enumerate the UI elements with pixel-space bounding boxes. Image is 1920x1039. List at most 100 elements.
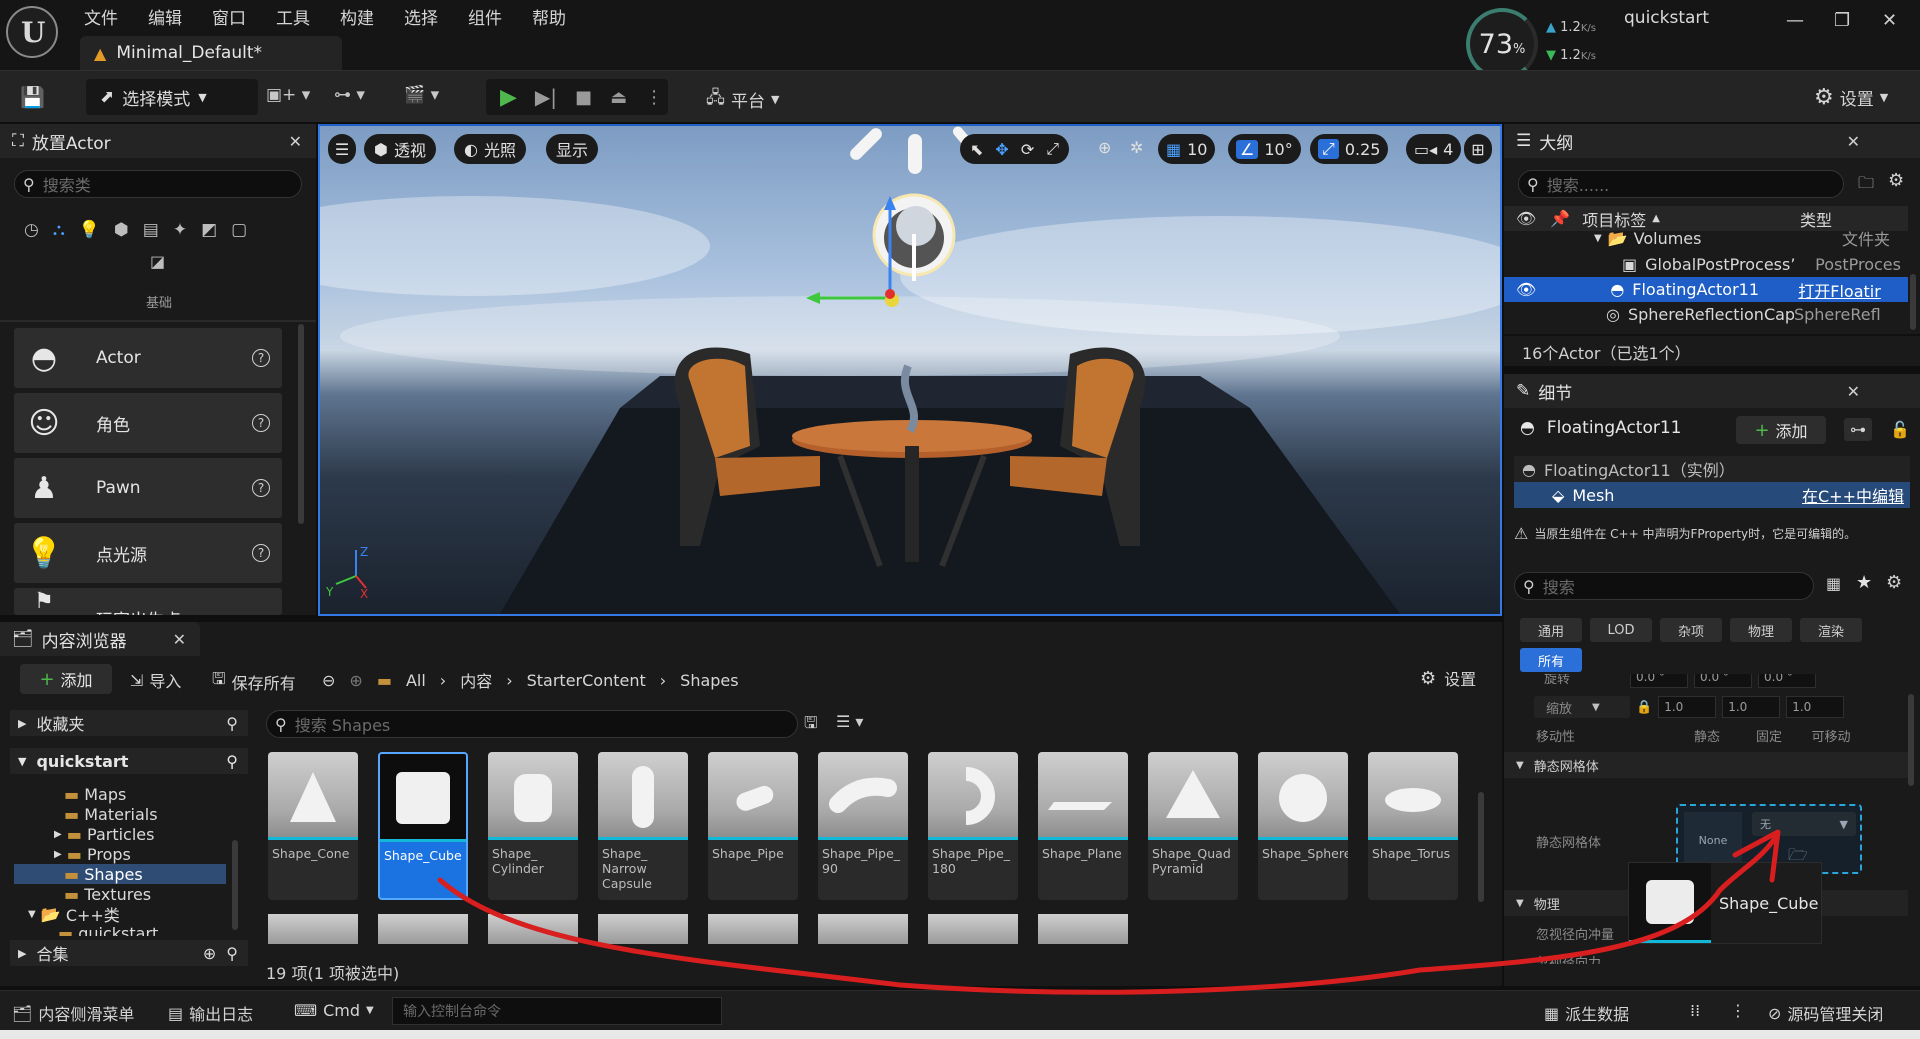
pin-icon[interactable]: 📌 — [1550, 209, 1570, 228]
save-search-icon[interactable]: 🖫 — [804, 712, 818, 739]
cmd-selector[interactable]: ⌨ Cmd ▼ — [294, 1001, 374, 1020]
add-content-button[interactable]: + 添加 — [20, 664, 112, 694]
outliner-row-global-post-process[interactable]: ▣ GlobalPostProcess’ PostProces — [1504, 252, 1908, 277]
actor-item-pawn[interactable]: ♟ Pawn ? — [14, 458, 282, 518]
gear-icon[interactable]: ⚙ — [1888, 170, 1904, 191]
all-classes-icon[interactable]: ▢ — [231, 220, 247, 240]
rotation-z-field[interactable]: 0.0 ° — [1758, 674, 1816, 688]
forward-icon[interactable]: ⊕ — [349, 671, 362, 690]
edit-in-cpp-link[interactable]: 在C++中编辑 — [1802, 483, 1904, 507]
add-component-button[interactable]: + 添加 — [1736, 416, 1826, 444]
import-button[interactable]: ⇲ 导入 — [130, 668, 181, 692]
scale-icon[interactable]: ⤢ — [1046, 139, 1059, 159]
scrollbar[interactable] — [298, 324, 304, 524]
menu-edit[interactable]: 编辑 — [148, 4, 182, 29]
source-control-button[interactable]: ⊘ 源码管理关闭 — [1768, 1001, 1883, 1025]
mobility-stationary[interactable]: 固定 — [1738, 726, 1800, 745]
back-icon[interactable]: ⊖ — [322, 671, 335, 690]
scale-x-field[interactable]: 1.0 — [1658, 696, 1717, 718]
asset-tile-partial[interactable] — [928, 914, 1018, 944]
actor-item-character[interactable]: ☺ 角色 ? — [14, 393, 282, 453]
rotate-icon[interactable]: ⟳ — [1021, 140, 1034, 159]
lighting-mode-button[interactable]: ◐ 光照 — [454, 134, 526, 164]
visibility-icon[interactable]: 👁 — [1516, 209, 1536, 228]
scale-dropdown[interactable]: 缩放 ▼ — [1534, 696, 1630, 718]
output-log-button[interactable]: ▤ 输出日志 — [168, 1001, 253, 1025]
asset-tile-selected[interactable]: Shape_Cube — [378, 752, 468, 900]
content-settings-button[interactable]: ⚙ 设置 — [1420, 666, 1476, 690]
blueprint-icon[interactable]: ⊶ ▾ — [334, 85, 365, 105]
show-flags-button[interactable]: 显示 — [546, 134, 599, 164]
rotation-x-field[interactable]: 0.0 ° — [1630, 674, 1688, 688]
select-mode-button[interactable]: ⬈ 选择模式 ▼ — [86, 79, 258, 115]
scale-snap-button[interactable]: ⤢ 0.25 — [1310, 134, 1389, 164]
volumes-icon[interactable]: ◩ — [201, 220, 217, 240]
translate-icon[interactable]: ✥ — [995, 140, 1008, 159]
help-icon[interactable]: ? — [252, 414, 270, 432]
scale-y-field[interactable]: 1.0 — [1722, 696, 1781, 718]
asset-tile-partial[interactable] — [598, 914, 688, 944]
actor-item-actor[interactable]: ◓ Actor ? — [14, 328, 282, 388]
close-icon[interactable]: ✕ — [173, 630, 186, 649]
filter-all[interactable]: 所有 — [1520, 648, 1582, 672]
camera-speed-button[interactable]: ▭◂ 4 — [1406, 134, 1462, 164]
add-actor-icon[interactable]: ▣+ ▾ — [266, 85, 310, 105]
details-search-input[interactable]: ⚲ 搜索 — [1514, 572, 1814, 600]
actor-item-point-light[interactable]: 💡 点光源 ? — [14, 523, 282, 583]
asset-tile-partial[interactable] — [708, 914, 798, 944]
collections-section[interactable]: ▶ 合集 ⊕ ⚲ — [10, 940, 248, 966]
platform-button[interactable]: 🖧 平台 ▼ — [706, 85, 779, 114]
task-icon[interactable]: ⁞⁞ — [1690, 1001, 1700, 1020]
visibility-icon[interactable]: 👁 — [1516, 280, 1536, 299]
rotation-snap-button[interactable]: ∠ 10° — [1228, 134, 1301, 164]
folder-props[interactable]: ▶ ▬ Props — [54, 844, 131, 864]
content-drawer-button[interactable]: 🗂 内容侧滑菜单 — [12, 1001, 134, 1025]
asset-tile-partial[interactable] — [488, 914, 578, 944]
scrollbar[interactable] — [1910, 274, 1916, 330]
breadcrumb-shapes[interactable]: Shapes — [680, 671, 738, 690]
actor-item-player-start[interactable]: ⚑ 玩家出生点 — [14, 588, 282, 615]
settings-button[interactable]: ⚙ 设置 ▼ — [1814, 85, 1888, 110]
menu-select[interactable]: 选择 — [404, 4, 438, 29]
scrollbar[interactable] — [232, 840, 238, 930]
item-label-column[interactable]: 项目标签 — [1582, 207, 1646, 231]
search-icon[interactable]: ⚲ — [226, 752, 238, 771]
viewport-menu-button[interactable]: ☰ — [328, 134, 356, 164]
lights-icon[interactable]: 💡 — [79, 220, 100, 240]
help-icon[interactable]: ? — [252, 544, 270, 562]
close-icon[interactable]: ✕ — [289, 132, 302, 151]
asset-tile-partial[interactable] — [818, 914, 908, 944]
lock-icon[interactable]: 🔒 — [1636, 700, 1652, 715]
mobility-movable[interactable]: 可移动 — [1800, 726, 1862, 745]
component-row-mesh[interactable]: ⬙ Mesh 在C++中编辑 — [1514, 482, 1910, 508]
asset-tile[interactable]: Shape_Pipe_ 180 — [928, 752, 1018, 900]
asset-tile[interactable]: Shape_Torus — [1368, 752, 1458, 900]
play-icon[interactable]: ▶ — [500, 85, 517, 110]
mobility-static[interactable]: 静态 — [1676, 726, 1738, 745]
menu-component[interactable]: 组件 — [468, 4, 502, 29]
filter-lod[interactable]: LOD — [1590, 618, 1652, 642]
more-options-icon[interactable]: ⋮ — [1730, 1001, 1746, 1020]
help-icon[interactable]: ? — [252, 349, 270, 367]
unreal-logo-icon[interactable]: U — [6, 6, 58, 58]
open-floating-actor-link[interactable]: 打开Floatir — [1798, 278, 1881, 302]
filter-rendering[interactable]: 渲染 — [1800, 618, 1862, 642]
help-icon[interactable]: ? — [252, 479, 270, 497]
grid-snap-button[interactable]: ▦ 10 — [1158, 134, 1216, 164]
expand-arrow-icon[interactable]: ▼ — [1594, 233, 1602, 244]
project-section[interactable]: ▼ quickstart ⚲ — [10, 748, 248, 774]
scrollbar[interactable] — [1908, 694, 1914, 786]
search-icon[interactable]: ⚲ — [226, 714, 238, 733]
outliner-search-input[interactable]: ⚲ 搜索...... — [1518, 170, 1844, 198]
level-tab[interactable]: ▲ Minimal_Default* — [80, 36, 342, 70]
favorites-section[interactable]: ▶ 收藏夹 ⚲ — [10, 710, 248, 736]
asset-tile-partial[interactable] — [268, 914, 358, 944]
folder-particles[interactable]: ▶ ▬ Particles — [54, 824, 154, 844]
blueprint-convert-icon[interactable]: ⊶ — [1844, 418, 1872, 441]
more-options-icon[interactable]: ⋮ — [645, 87, 663, 108]
asset-tile[interactable]: Shape_Plane — [1038, 752, 1128, 900]
close-icon[interactable]: ✕ — [1847, 132, 1860, 151]
scrollbar[interactable] — [1478, 792, 1484, 902]
new-folder-icon[interactable]: 🗀 — [1858, 172, 1874, 199]
component-root-row[interactable]: ◓ FloatingActor11（实例） — [1514, 456, 1910, 482]
